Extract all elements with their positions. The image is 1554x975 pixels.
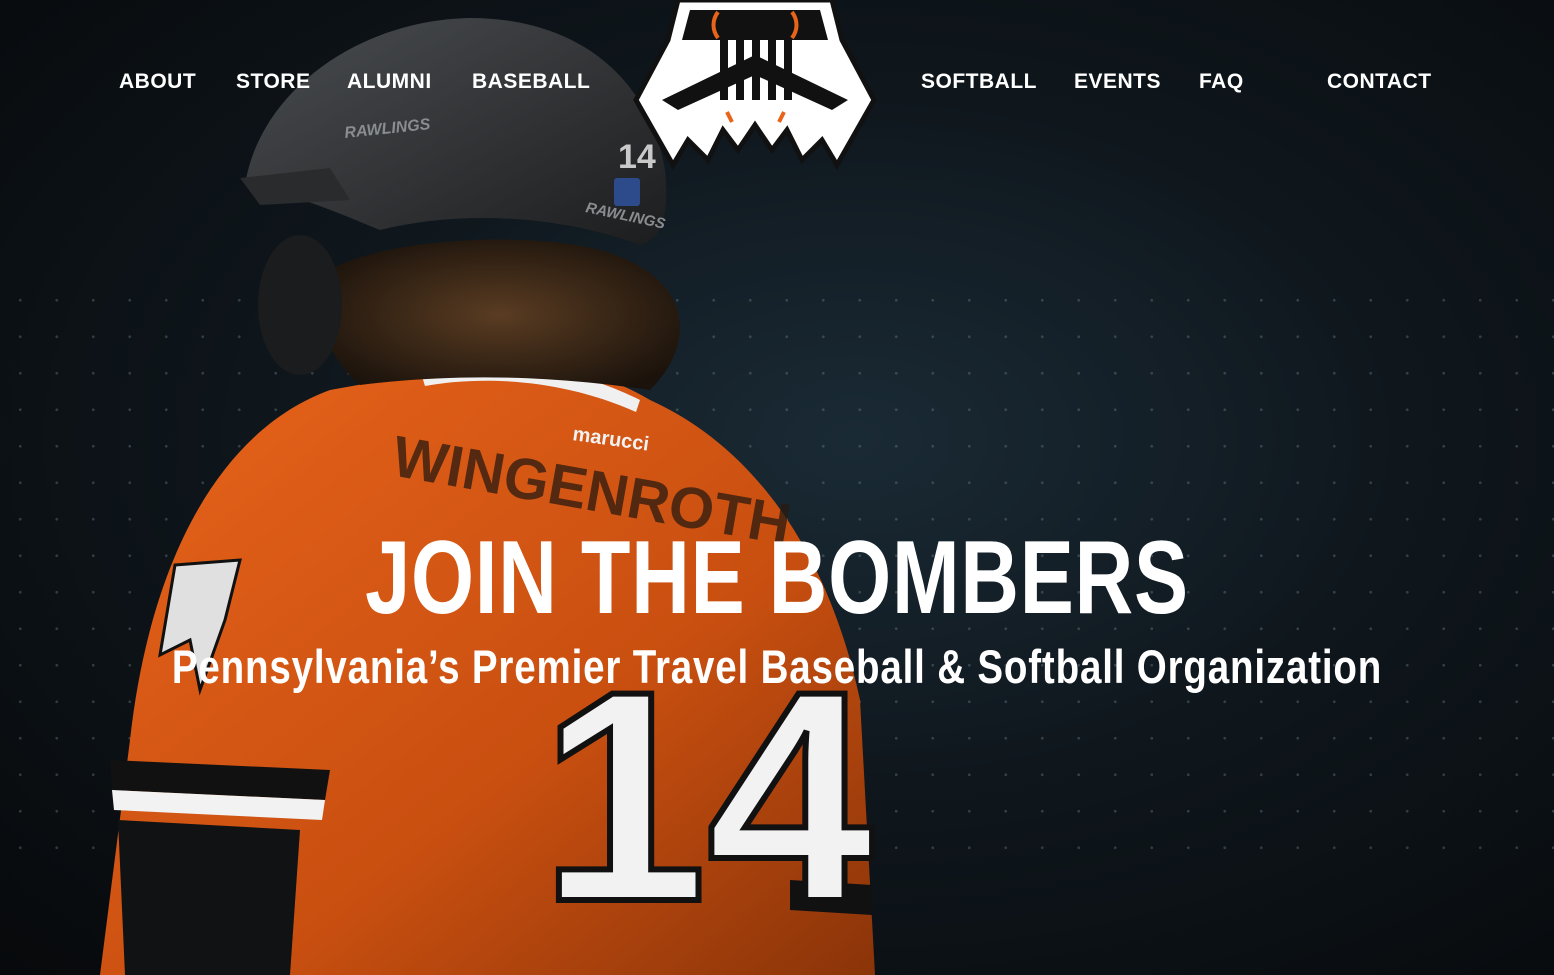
nav-softball[interactable]: SOFTBALL bbox=[921, 66, 1037, 98]
nav-events[interactable]: EVENTS bbox=[1074, 66, 1161, 98]
nav-baseball[interactable]: BASEBALL bbox=[472, 66, 590, 98]
hero-subtitle: Pennsylvania’s Premier Travel Baseball &… bbox=[171, 640, 1383, 693]
nav-about[interactable]: ABOUT bbox=[119, 66, 196, 98]
nav-alumni[interactable]: ALUMNI bbox=[347, 66, 432, 98]
main-navigation: ABOUT STORE ALUMNI BASEBALL SOFTBALL EVE… bbox=[0, 66, 1554, 98]
nav-store[interactable]: STORE bbox=[236, 66, 310, 98]
nav-faq[interactable]: FAQ bbox=[1199, 66, 1244, 98]
hero-title: JOIN THE BOMBERS bbox=[365, 519, 1189, 636]
nav-contact[interactable]: CONTACT bbox=[1327, 66, 1432, 98]
